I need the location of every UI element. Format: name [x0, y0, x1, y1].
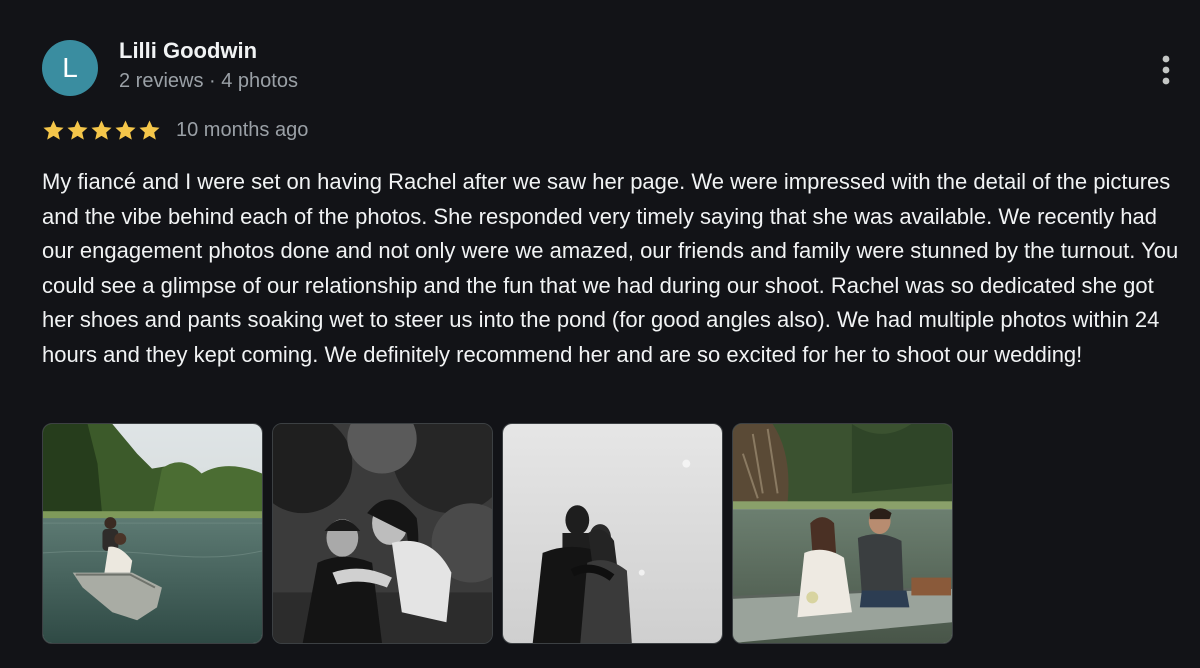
more-vert-icon — [1162, 55, 1170, 85]
review-text: My fiancé and I were set on having Rache… — [42, 169, 1179, 367]
star-icon — [139, 119, 160, 140]
avatar[interactable]: L — [42, 40, 98, 96]
star-icon — [115, 119, 136, 140]
review-photo-2[interactable] — [272, 423, 493, 644]
rating-row: 10 months ago — [42, 116, 308, 144]
star-rating — [42, 119, 161, 142]
review-photo-4[interactable] — [732, 423, 953, 644]
review-card: L Lilli Goodwin 2 reviews · 4 photos 10 … — [0, 0, 1200, 668]
review-date: 10 months ago — [176, 118, 309, 141]
star-icon — [43, 119, 64, 140]
review-photo-3[interactable] — [502, 423, 723, 644]
review-photo-1[interactable] — [42, 423, 263, 644]
avatar-initial: L — [62, 52, 78, 83]
more-options-button[interactable] — [1150, 50, 1182, 90]
photo-gallery — [42, 423, 953, 644]
star-icon — [91, 119, 112, 140]
star-icon — [67, 119, 88, 140]
author-name[interactable]: Lilli Goodwin — [119, 38, 257, 64]
author-meta: 2 reviews · 4 photos — [119, 70, 298, 92]
